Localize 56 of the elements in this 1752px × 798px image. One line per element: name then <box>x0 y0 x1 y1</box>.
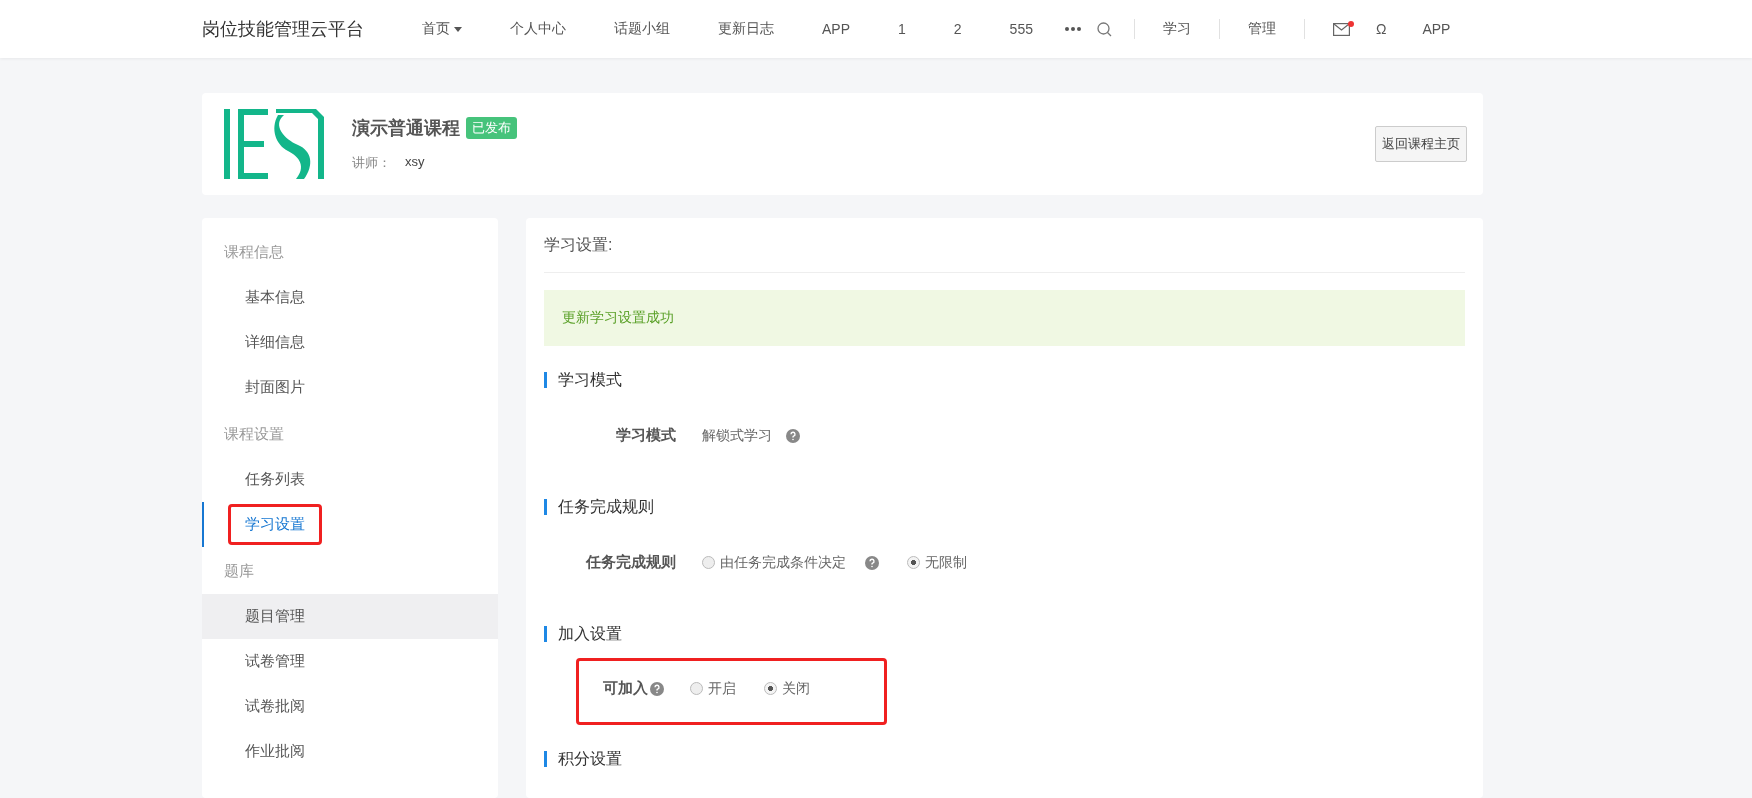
nav-link[interactable]: 1 <box>874 21 930 37</box>
site-title[interactable]: 岗位技能管理云平台 <box>202 17 364 41</box>
nav-link[interactable]: APP <box>798 21 874 37</box>
sidebar-item-label: 试卷批阅 <box>244 696 306 716</box>
help-icon[interactable] <box>650 681 664 696</box>
setting-label: 学习模式 <box>616 426 676 445</box>
sidebar-item-label: 题目管理 <box>244 606 306 626</box>
sidebar-item-label: 任务列表 <box>244 469 306 489</box>
section-title: 任务完成规则 <box>544 499 1465 515</box>
help-icon[interactable] <box>786 428 800 443</box>
nav-link[interactable]: 555 <box>985 21 1057 37</box>
radio-option[interactable]: 由任务完成条件决定 <box>702 553 879 572</box>
teacher-label: 讲师： <box>352 154 391 172</box>
help-icon[interactable] <box>865 555 879 570</box>
radio-option[interactable]: 无限制 <box>907 553 967 572</box>
sidebar-item-label: 封面图片 <box>244 377 306 397</box>
sidebar-group-title: 课程信息 <box>223 242 285 262</box>
section-title: 积分设置 <box>544 751 1465 767</box>
nav-link[interactable]: 话题小组 <box>590 20 694 38</box>
radio-option[interactable]: 关闭 <box>764 679 810 698</box>
nav-link[interactable]: 管理 <box>1223 20 1300 38</box>
status-badge: 已发布 <box>466 117 517 139</box>
section-title: 加入设置 <box>544 626 1465 642</box>
nav-link[interactable]: 学习 <box>1138 20 1215 38</box>
sidebar-item[interactable]: 题目管理 <box>202 594 498 639</box>
nav-link[interactable]: 首页 <box>398 20 486 38</box>
section-title: 学习模式 <box>544 372 1465 388</box>
sidebar-item-label: 试卷管理 <box>244 651 306 671</box>
course-title: 演示普通课程 <box>352 117 460 140</box>
setting-label: 可加入 <box>603 679 648 698</box>
setting-label: 任务完成规则 <box>586 553 676 572</box>
radio-button[interactable] <box>690 682 703 695</box>
mail-icon[interactable] <box>1332 22 1350 36</box>
panel-title: 学习设置: <box>544 218 1465 273</box>
nav-link[interactable]: 个人中心 <box>486 20 590 38</box>
sidebar-item-label: 详细信息 <box>244 332 306 352</box>
radio-button[interactable] <box>907 556 920 569</box>
teacher-name: xsy <box>405 154 425 171</box>
radio-button[interactable] <box>702 556 715 569</box>
sidebar-item-label: 基本信息 <box>244 287 306 307</box>
sidebar-group-title: 题库 <box>223 561 255 581</box>
radio-option[interactable]: 开启 <box>690 679 736 698</box>
caret-icon <box>454 26 462 32</box>
sidebar-item-label: 作业批阅 <box>244 741 306 761</box>
setting-value: 解锁式学习 <box>702 426 772 445</box>
sidebar-group-title: 课程设置 <box>223 424 285 444</box>
more-icon[interactable] <box>1064 27 1081 31</box>
nav-link[interactable]: 更新日志 <box>694 20 798 38</box>
search-icon[interactable] <box>1096 21 1112 37</box>
success-alert: 更新学习设置成功 <box>544 290 1465 346</box>
back-to-course-button[interactable]: 返回课程主页 <box>1375 126 1467 162</box>
nav-link[interactable]: Ω <box>1363 21 1399 37</box>
nav-link[interactable]: 2 <box>929 21 986 37</box>
radio-button[interactable] <box>764 682 777 695</box>
annotation-box: 学习设置 <box>228 504 322 545</box>
nav-link[interactable]: APP <box>1398 21 1475 37</box>
